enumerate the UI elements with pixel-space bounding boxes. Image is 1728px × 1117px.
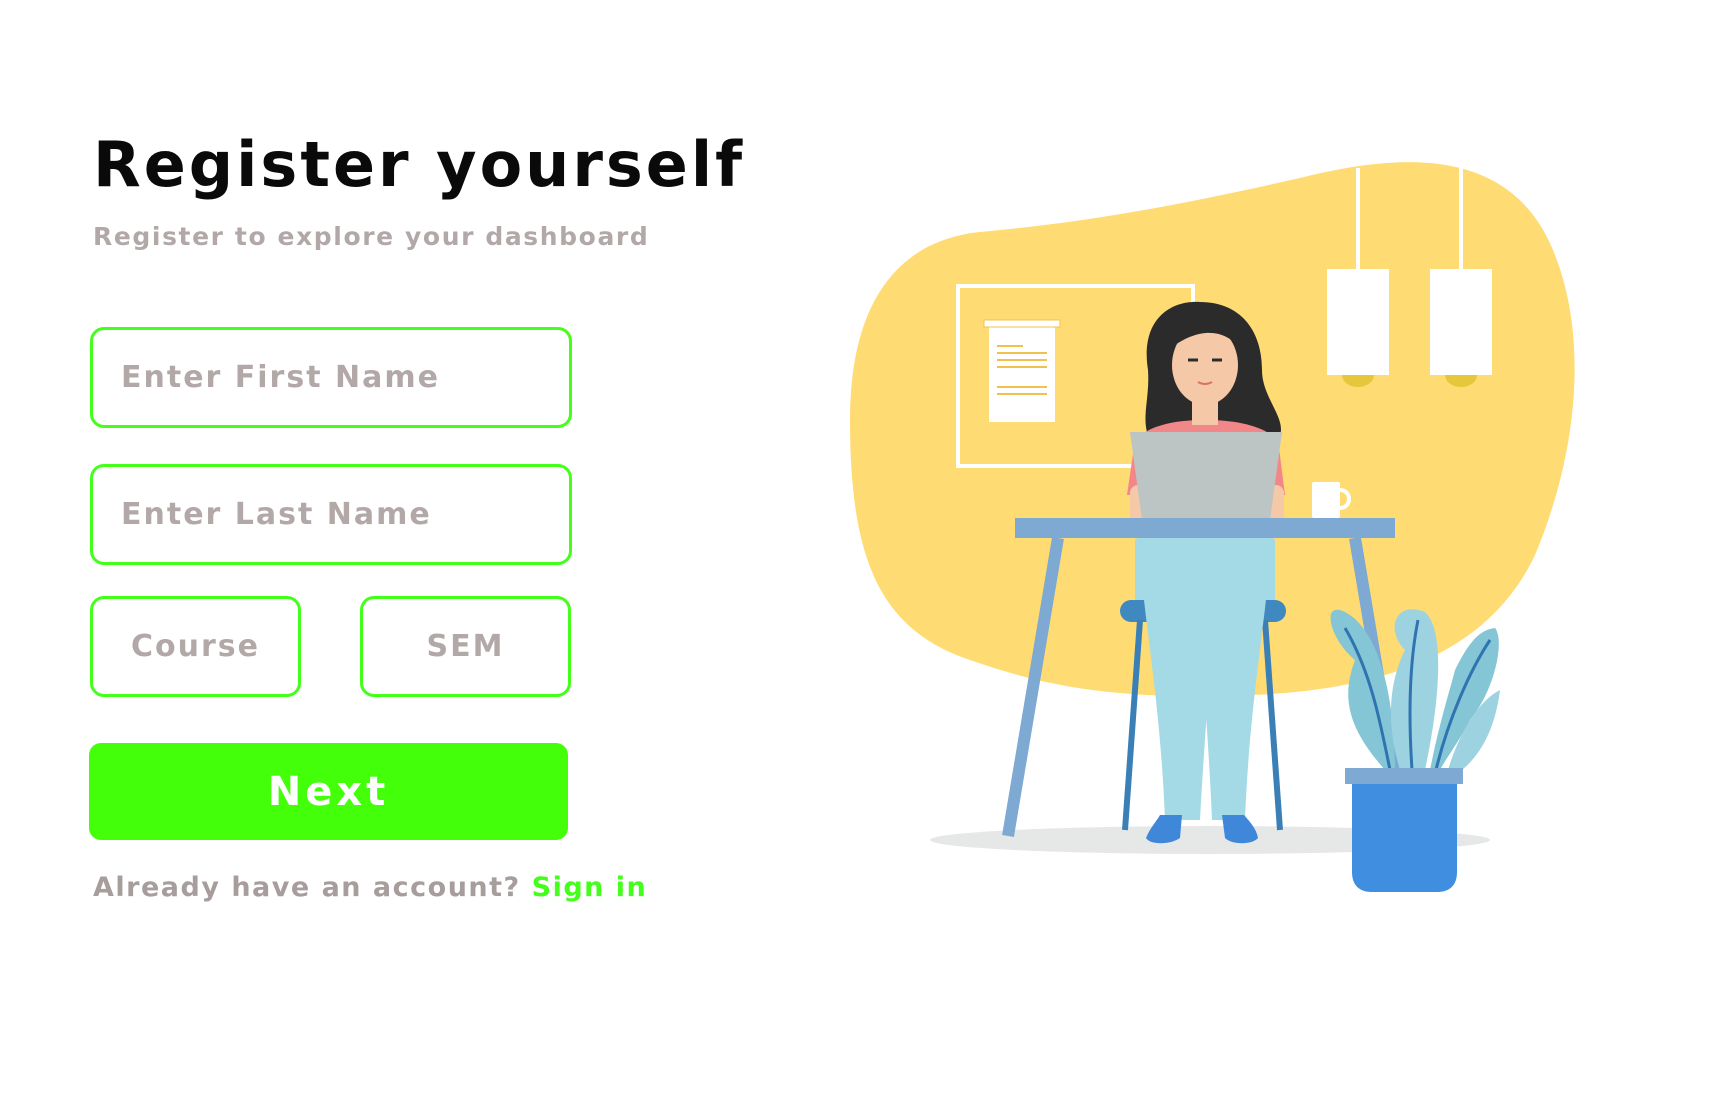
paper-clip-shape (983, 319, 1061, 328)
workspace-illustration (850, 162, 1575, 892)
potted-plant-shape (1330, 609, 1500, 892)
register-page: Register yourself Register to explore yo… (0, 0, 1728, 1117)
woman-figure-shape (1127, 301, 1285, 844)
notice-paper-shape (989, 322, 1055, 422)
laptop-shape (1130, 432, 1282, 520)
